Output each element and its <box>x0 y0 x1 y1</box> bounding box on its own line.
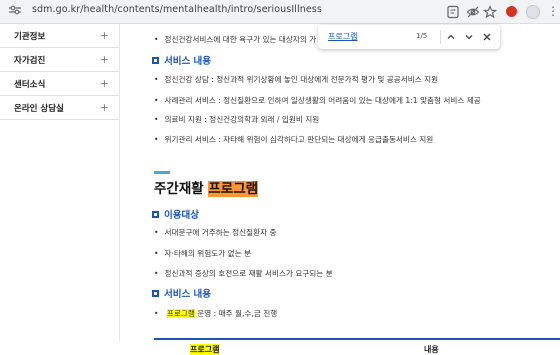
list-item: 정신건강 상담 : 정신과적 위기상황에 놓인 대상에게 전문가적 평가 및 공… <box>154 74 438 85</box>
sidebar-nav: 기관정보 + 자가검진 + 센터소식 + 온라인 상담실 + <box>0 24 120 342</box>
plus-icon: + <box>99 101 109 114</box>
sidebar-item-label: 자가검진 <box>14 55 46 66</box>
program-table: 프로그램 내용 <box>154 338 560 355</box>
table-header: 내용 <box>424 345 439 354</box>
sidebar-item-label: 기관정보 <box>14 31 46 42</box>
list-item: 프로그램 운영 : 매주 월,수,금 진행 <box>154 308 277 319</box>
sidebar-item-online-counsel[interactable]: 온라인 상담실 + <box>0 96 119 120</box>
list-item-text: 운영 : 매주 월,수,금 진행 <box>194 309 278 318</box>
site-info-icon[interactable] <box>8 5 22 15</box>
search-highlight-active: 프로그램 <box>208 181 259 197</box>
section-heading-text: 서비스 내용 <box>164 289 212 300</box>
plus-icon: + <box>99 53 109 66</box>
browser-menu-icon[interactable]: ⋮ <box>547 3 559 19</box>
list-item: 위기관리 서비스 : 자타해 위험이 심각하다고 판단되는 대상에게 응급출동서… <box>154 134 433 145</box>
square-bullet-icon <box>152 210 159 218</box>
find-input[interactable]: 프로그램 <box>328 31 357 42</box>
page-section-title: 주간재활 프로그램 <box>154 177 259 197</box>
main-content: 정신건강서비스에 대한 욕구가 있는 대상자의 가 서비스 내용 정신건강 상담… <box>140 24 560 355</box>
title-accent-line <box>154 171 170 174</box>
table-header: 프로그램 <box>190 344 220 355</box>
sidebar-item-self-check[interactable]: 자가검진 + <box>0 48 119 72</box>
extension-icon[interactable] <box>506 6 517 17</box>
list-item: 사례관리 서비스 : 정신질환으로 인하여 일상생활의 어려움이 있는 대상에게… <box>154 95 480 106</box>
search-highlight: 프로그램 <box>166 309 195 318</box>
list-item: 정신과적 증상의 호전으로 재활 서비스가 요구되는 분 <box>154 268 332 279</box>
divider <box>440 30 441 44</box>
list-item: 자·타해의 위험도가 없는 분 <box>154 248 251 259</box>
list-item: 의료비 지원 : 정신건강의학과 외래 / 입원비 지원 <box>154 114 319 125</box>
eye-off-icon[interactable] <box>466 5 480 19</box>
sidebar-item-org-info[interactable]: 기관정보 + <box>0 24 119 48</box>
section-heading-text: 이용대상 <box>164 210 199 221</box>
square-bullet-icon <box>152 289 159 297</box>
sidebar-item-label: 센터소식 <box>14 79 46 90</box>
close-icon[interactable] <box>480 29 494 45</box>
list-item: 서대문구에 거주하는 정신질환자 중 <box>154 227 276 238</box>
address-bar-url[interactable]: sdm.go.kr/health/contents/mentalhealth/i… <box>32 4 322 15</box>
page-translate-icon[interactable] <box>446 5 460 19</box>
list-item: 정신건강서비스에 대한 욕구가 있는 대상자의 가 <box>154 34 316 45</box>
find-in-page-bar: 프로그램 1/5 <box>318 25 500 49</box>
section-heading: 서비스 내용 <box>152 286 211 300</box>
profile-avatar[interactable] <box>526 5 540 19</box>
sidebar-item-label: 온라인 상담실 <box>14 103 64 114</box>
sidebar-item-center-news[interactable]: 센터소식 + <box>0 72 119 96</box>
bookmark-star-icon[interactable] <box>483 5 497 19</box>
section-heading: 이용대상 <box>152 207 199 221</box>
chevron-down-icon[interactable] <box>462 29 476 45</box>
browser-toolbar: sdm.go.kr/health/contents/mentalhealth/i… <box>0 0 560 24</box>
square-bullet-icon <box>152 56 159 64</box>
section-heading: 서비스 내용 <box>152 53 211 67</box>
find-match-count: 1/5 <box>416 32 428 40</box>
plus-icon: + <box>99 77 109 90</box>
chevron-up-icon[interactable] <box>444 29 458 45</box>
plus-icon: + <box>99 29 109 42</box>
title-prefix: 주간재활 <box>154 181 209 197</box>
section-heading-text: 서비스 내용 <box>164 56 212 67</box>
